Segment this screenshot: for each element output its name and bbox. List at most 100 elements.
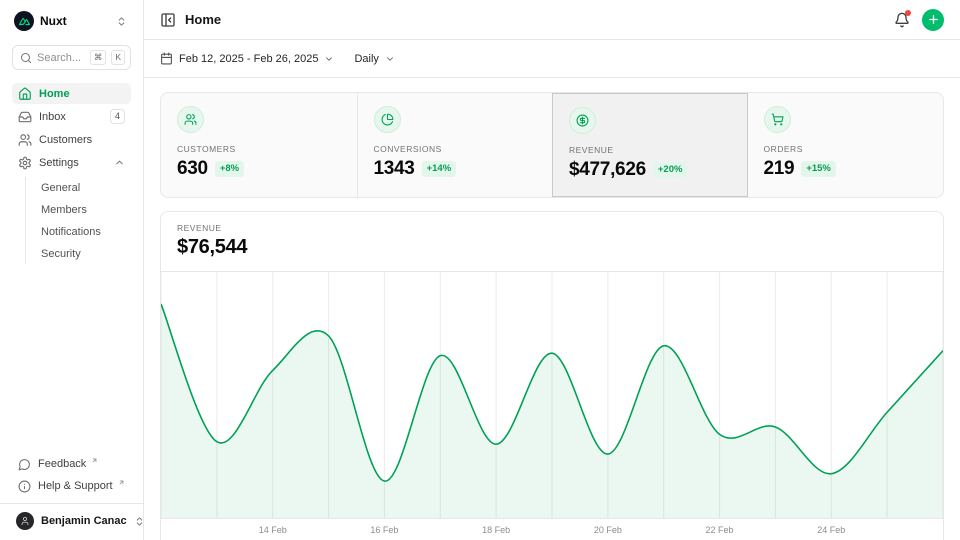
sidebar-item-inbox[interactable]: Inbox 4 bbox=[12, 106, 131, 127]
gear-icon bbox=[18, 156, 32, 170]
topbar: Home bbox=[144, 0, 960, 40]
stat-value: 219 bbox=[764, 158, 795, 180]
sidebar-item-notifications[interactable]: Notifications bbox=[35, 221, 131, 242]
shopping-cart-icon bbox=[764, 106, 791, 133]
user-name: Benjamin Canac bbox=[41, 515, 127, 527]
sidebar-item-label: Inbox bbox=[39, 111, 66, 123]
sidebar-nav: Home Inbox 4 Customers Settings Genera bbox=[12, 83, 131, 264]
footer-link-label: Feedback bbox=[38, 458, 86, 470]
kbd-cmd: ⌘ bbox=[90, 50, 107, 65]
stat-card-customers[interactable]: CUSTOMERS 630 +8% bbox=[161, 93, 357, 197]
page-title: Home bbox=[185, 12, 221, 27]
chevron-up-icon bbox=[114, 157, 125, 168]
stat-label: CUSTOMERS bbox=[177, 144, 341, 154]
nuxt-logo-icon bbox=[14, 11, 34, 31]
x-axis-label: 22 Feb bbox=[706, 525, 734, 535]
plus-icon bbox=[927, 13, 940, 26]
workspace-name: Nuxt bbox=[40, 14, 110, 28]
chevrons-up-down-icon bbox=[134, 516, 145, 527]
feedback-link[interactable]: Feedback bbox=[12, 454, 131, 474]
users-icon bbox=[18, 133, 32, 147]
sidebar-item-general[interactable]: General bbox=[35, 177, 131, 198]
date-range-picker[interactable]: Feb 12, 2025 - Feb 26, 2025 bbox=[160, 52, 334, 65]
footer-link-label: Help & Support bbox=[38, 480, 113, 492]
help-support-link[interactable]: Help & Support bbox=[12, 476, 131, 496]
chevron-down-icon bbox=[385, 54, 395, 64]
stat-card-orders[interactable]: ORDERS 219 +15% bbox=[748, 93, 944, 197]
search-icon bbox=[20, 52, 32, 64]
stat-delta-badge: +15% bbox=[801, 161, 836, 177]
x-axis-label: 16 Feb bbox=[370, 525, 398, 535]
stat-value: 1343 bbox=[374, 158, 415, 180]
notification-dot bbox=[905, 10, 911, 16]
subnav-label: Members bbox=[41, 204, 87, 216]
external-link-icon bbox=[91, 457, 98, 464]
chart-plot-area[interactable] bbox=[161, 272, 943, 519]
stat-delta-badge: +8% bbox=[215, 161, 244, 177]
external-link-icon bbox=[118, 479, 125, 486]
sidebar-item-settings[interactable]: Settings bbox=[12, 152, 131, 173]
revenue-chart-svg bbox=[161, 272, 943, 518]
kbd-k: K bbox=[111, 50, 125, 65]
sidebar-item-customers[interactable]: Customers bbox=[12, 129, 131, 150]
avatar bbox=[16, 512, 34, 530]
users-stat-icon bbox=[177, 106, 204, 133]
chart-title: REVENUE bbox=[177, 223, 927, 233]
sidebar-item-members[interactable]: Members bbox=[35, 199, 131, 220]
date-range-label: Feb 12, 2025 - Feb 26, 2025 bbox=[179, 53, 318, 65]
x-axis-label: 20 Feb bbox=[594, 525, 622, 535]
workspace-switcher[interactable]: Nuxt bbox=[12, 10, 131, 32]
stat-label: ORDERS bbox=[764, 144, 928, 154]
stat-value: $477,626 bbox=[569, 159, 646, 181]
stat-card-revenue[interactable]: REVENUE $477,626 +20% bbox=[552, 93, 748, 197]
main-area: Home Feb 12, 2025 - Feb 26, 2025 Daily bbox=[144, 0, 960, 540]
stat-delta-badge: +14% bbox=[422, 161, 457, 177]
subnav-label: Notifications bbox=[41, 226, 101, 238]
chevron-down-icon bbox=[324, 54, 334, 64]
info-circle-icon bbox=[18, 480, 31, 493]
chart-header: REVENUE $76,544 bbox=[161, 212, 943, 272]
search-placeholder: Search... bbox=[37, 52, 85, 64]
subnav-label: General bbox=[41, 182, 80, 194]
inbox-icon bbox=[18, 110, 32, 124]
sidebar-item-security[interactable]: Security bbox=[35, 243, 131, 264]
pie-chart-icon bbox=[374, 106, 401, 133]
home-icon bbox=[18, 87, 32, 101]
stats-grid: CUSTOMERS 630 +8% CONVERSIONS 1343 +14% bbox=[160, 92, 944, 198]
stat-delta-badge: +20% bbox=[653, 162, 688, 178]
sidebar-item-label: Settings bbox=[39, 157, 79, 169]
x-axis-label: 14 Feb bbox=[259, 525, 287, 535]
calendar-icon bbox=[160, 52, 173, 65]
x-axis-label: 24 Feb bbox=[817, 525, 845, 535]
chart-current-value: $76,544 bbox=[177, 236, 927, 259]
sidebar-item-label: Customers bbox=[39, 134, 92, 146]
chat-bubble-icon bbox=[18, 458, 31, 471]
settings-submenu: General Members Notifications Security bbox=[25, 177, 131, 264]
stat-card-conversions[interactable]: CONVERSIONS 1343 +14% bbox=[357, 93, 553, 197]
x-axis: 14 Feb 16 Feb 18 Feb 20 Feb 22 Feb 24 Feb bbox=[161, 519, 943, 540]
panel-left-close-icon bbox=[160, 12, 176, 28]
granularity-label: Daily bbox=[354, 53, 378, 65]
notifications-button[interactable] bbox=[894, 12, 910, 28]
search-input[interactable]: Search... ⌘ K bbox=[12, 45, 131, 70]
circle-dollar-icon bbox=[569, 107, 596, 134]
user-menu[interactable]: Benjamin Canac bbox=[12, 504, 131, 534]
subnav-label: Security bbox=[41, 248, 81, 260]
stat-value: 630 bbox=[177, 158, 208, 180]
stat-label: REVENUE bbox=[569, 145, 731, 155]
sidebar-item-label: Home bbox=[39, 88, 70, 100]
stat-label: CONVERSIONS bbox=[374, 144, 537, 154]
revenue-chart-card: REVENUE $76,544 14 Feb 16 Feb 18 Feb 20 Feb… bbox=[160, 211, 944, 540]
sidebar-footer-links: Feedback Help & Support bbox=[12, 454, 131, 496]
sidebar: Nuxt Search... ⌘ K Home Inbox 4 bbox=[0, 0, 144, 540]
collapse-sidebar-button[interactable] bbox=[160, 12, 176, 28]
granularity-select[interactable]: Daily bbox=[354, 53, 394, 65]
chevrons-up-down-icon bbox=[116, 16, 127, 27]
dashboard-content: CUSTOMERS 630 +8% CONVERSIONS 1343 +14% bbox=[144, 78, 960, 540]
add-button[interactable] bbox=[922, 9, 944, 31]
filter-toolbar: Feb 12, 2025 - Feb 26, 2025 Daily bbox=[144, 40, 960, 78]
x-axis-label: 18 Feb bbox=[482, 525, 510, 535]
sidebar-spacer bbox=[12, 264, 131, 454]
inbox-count-badge: 4 bbox=[110, 109, 125, 124]
sidebar-item-home[interactable]: Home bbox=[12, 83, 131, 104]
